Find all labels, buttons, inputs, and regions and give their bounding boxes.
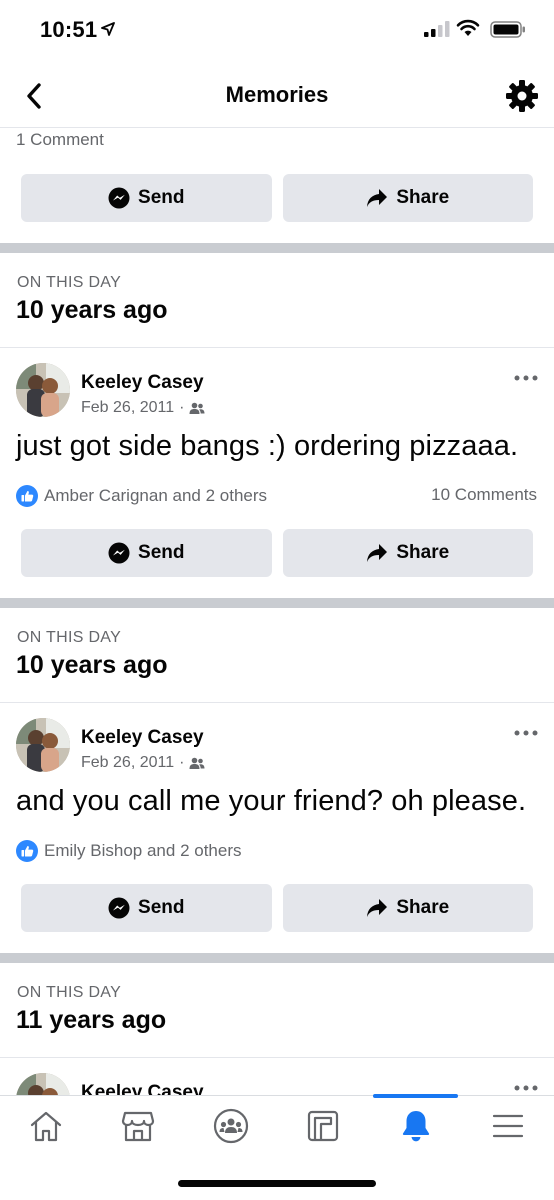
ellipsis-icon	[514, 1085, 538, 1091]
post-meta: Feb 26, 2011 ·	[81, 399, 205, 417]
gear-icon	[506, 80, 538, 112]
friends-audience-icon	[189, 402, 205, 414]
section-divider	[0, 243, 554, 253]
avatar[interactable]	[16, 1073, 70, 1095]
groups-icon	[213, 1108, 249, 1144]
share-label: Share	[396, 187, 450, 208]
page-title: Memories	[225, 82, 329, 107]
tab-feeds[interactable]	[277, 1096, 369, 1156]
more-options-button[interactable]	[512, 726, 540, 740]
feeds-icon	[307, 1110, 339, 1142]
reactions-summary[interactable]: Amber Carignan and 2 others	[16, 485, 267, 507]
notifications-bell-icon	[402, 1111, 430, 1142]
meta-separator: ·	[179, 754, 185, 771]
on-this-day-label: ON THIS DAY	[17, 274, 122, 291]
avatar[interactable]	[16, 718, 70, 772]
tab-groups[interactable]	[185, 1096, 277, 1156]
ellipsis-icon	[514, 375, 538, 381]
home-indicator	[178, 1180, 376, 1187]
more-options-button[interactable]	[512, 371, 540, 385]
separator-line	[0, 347, 554, 348]
on-this-day-label: ON THIS DAY	[17, 629, 122, 646]
tab-home[interactable]	[0, 1096, 92, 1156]
avatar[interactable]	[16, 363, 70, 417]
ellipsis-icon	[514, 730, 538, 736]
comment-count[interactable]: 10 Comments	[431, 485, 537, 505]
share-button[interactable]: Share	[282, 174, 533, 222]
share-arrow-icon	[367, 189, 388, 207]
battery-icon	[490, 21, 525, 38]
author-name[interactable]: Keeley Casey	[81, 372, 204, 394]
home-icon	[30, 1111, 62, 1142]
share-label: Share	[396, 542, 450, 563]
like-reaction-icon	[16, 485, 38, 507]
location-arrow-icon	[101, 22, 115, 36]
author-name[interactable]: Keeley Casey	[81, 1082, 204, 1095]
post-actions: Send Share	[21, 884, 533, 932]
status-time: 10:51	[40, 17, 98, 42]
on-this-day-label: ON THIS DAY	[17, 984, 122, 1001]
like-reaction-icon	[16, 840, 38, 862]
years-ago-heading: 10 years ago	[16, 651, 168, 679]
post-date[interactable]: Feb 26, 2011	[81, 399, 174, 417]
status-bar: 10:51	[0, 0, 554, 64]
send-button[interactable]: Send	[21, 529, 272, 577]
messenger-icon	[108, 187, 130, 209]
profile-photo	[16, 718, 70, 772]
cellular-signal-icon	[424, 21, 450, 37]
post-date[interactable]: Feb 26, 2011	[81, 754, 174, 772]
comment-count[interactable]: 1 Comment	[16, 130, 104, 150]
marketplace-icon	[121, 1111, 155, 1142]
tab-marketplace[interactable]	[92, 1096, 184, 1156]
send-label: Send	[138, 897, 185, 918]
settings-button[interactable]	[502, 76, 542, 116]
profile-photo	[16, 1073, 70, 1095]
meta-separator: ·	[179, 399, 185, 416]
share-button[interactable]: Share	[282, 884, 533, 932]
friends-audience-icon	[189, 757, 205, 769]
years-ago-heading: 10 years ago	[16, 296, 168, 324]
post-actions: Send Share	[21, 174, 533, 222]
send-button[interactable]: Send	[21, 174, 272, 222]
profile-photo	[16, 363, 70, 417]
memories-feed[interactable]: 1 Comment Send Share ON THIS DAY 10 year…	[0, 128, 554, 1095]
post-text: just got side bangs :) ordering pizzaaa.	[16, 430, 519, 462]
menu-icon	[492, 1114, 524, 1138]
share-arrow-icon	[367, 544, 388, 562]
send-button[interactable]: Send	[21, 884, 272, 932]
messenger-icon	[108, 897, 130, 919]
messenger-icon	[108, 542, 130, 564]
section-divider	[0, 598, 554, 608]
post-text: and you call me your friend? oh please.	[16, 785, 527, 817]
reactions-text: Emily Bishop and 2 others	[44, 841, 242, 860]
wifi-icon	[456, 19, 480, 36]
more-options-button[interactable]	[512, 1081, 540, 1095]
author-name[interactable]: Keeley Casey	[81, 727, 204, 749]
share-label: Share	[396, 897, 450, 918]
post-actions: Send Share	[21, 529, 533, 577]
tab-menu[interactable]	[462, 1096, 554, 1156]
tab-notifications[interactable]	[370, 1096, 462, 1156]
share-arrow-icon	[367, 899, 388, 917]
nav-bar: Memories	[0, 64, 554, 128]
share-button[interactable]: Share	[282, 529, 533, 577]
reactions-summary[interactable]: Emily Bishop and 2 others	[16, 840, 242, 862]
section-divider	[0, 953, 554, 963]
send-label: Send	[138, 542, 185, 563]
post-meta: Feb 26, 2011 ·	[81, 754, 205, 772]
years-ago-heading: 11 years ago	[16, 1006, 167, 1034]
separator-line	[0, 702, 554, 703]
send-label: Send	[138, 187, 185, 208]
separator-line	[0, 1057, 554, 1058]
reactions-text: Amber Carignan and 2 others	[44, 486, 268, 505]
